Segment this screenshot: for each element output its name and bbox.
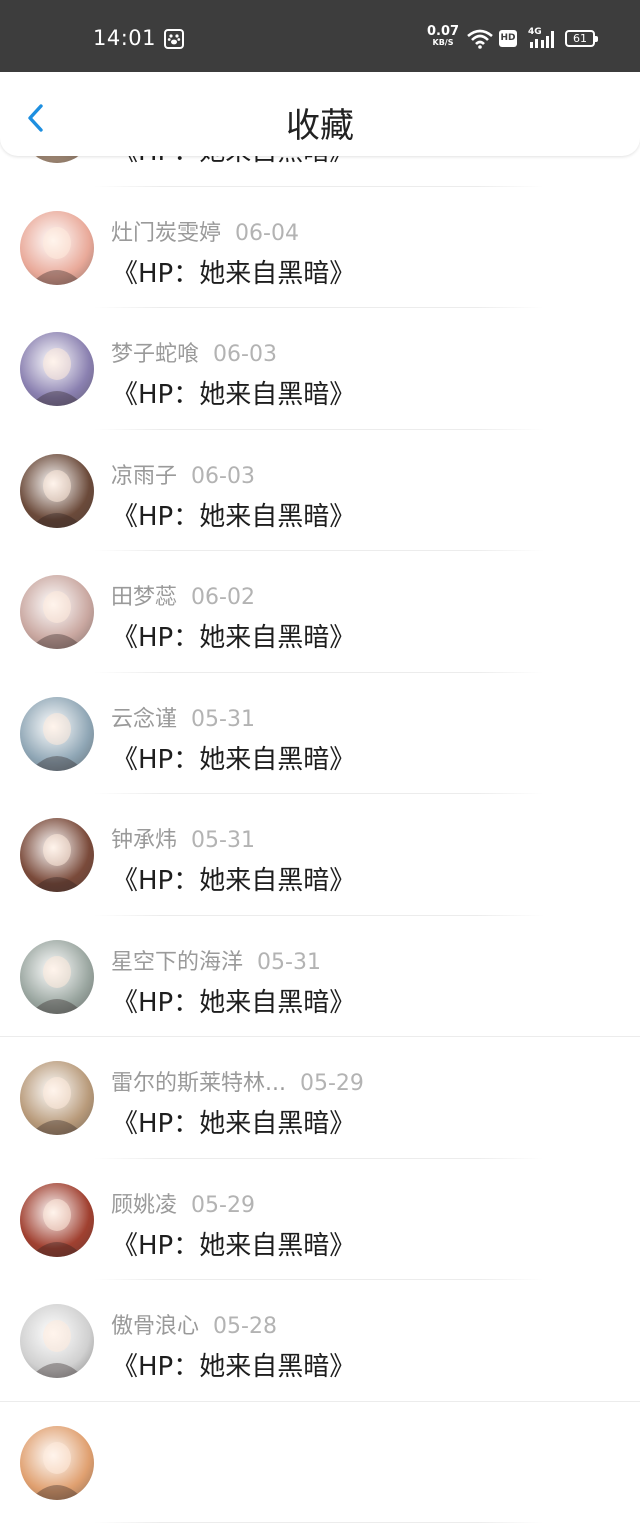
avatar[interactable] xyxy=(20,575,94,649)
item-meta: 星空下的海洋 05-31 xyxy=(111,944,321,976)
user-name[interactable]: 灶门炭雯婷 xyxy=(111,221,221,246)
user-name[interactable]: 云念谨 xyxy=(111,707,177,732)
status-bar: 14:01 0.07 KB/S HD 4G 61 xyxy=(0,0,640,72)
book-title[interactable]: 《HP：她来自黑暗》 xyxy=(112,374,355,411)
item-date: 05-29 xyxy=(300,1071,364,1096)
user-name[interactable]: 田梦蕊 xyxy=(111,585,177,610)
item-meta: 顾姚凌 05-29 xyxy=(111,1187,255,1219)
network-speed: 0.07 KB/S xyxy=(427,26,459,48)
favorites-list: 《HP：她来自黑暗》灶门炭雯婷06-04《HP：她来自黑暗》梦子蛇喰06-03《… xyxy=(0,65,640,1523)
item-date: 05-29 xyxy=(191,1193,255,1218)
item-date: 06-02 xyxy=(191,585,255,610)
item-meta: 凉雨子 06-03 xyxy=(111,458,255,490)
user-name[interactable]: 星空下的海洋 xyxy=(111,950,243,975)
item-meta: 傲骨浪心 05-28 xyxy=(111,1308,277,1340)
item-meta: 灶门炭雯婷 06-04 xyxy=(111,215,299,247)
book-title[interactable]: 《HP：她来自黑暗》 xyxy=(112,860,355,897)
list-item[interactable]: 田梦蕊 06-02 《HP：她来自黑暗》 xyxy=(0,551,640,673)
list-item[interactable]: 灶门炭雯婷 06-04 《HP：她来自黑暗》 xyxy=(0,187,640,309)
item-meta: 云念谨 05-31 xyxy=(111,701,255,733)
book-title[interactable]: 《HP：她来自黑暗》 xyxy=(112,253,355,290)
item-meta: 钟承炜 05-31 xyxy=(111,822,255,854)
user-name[interactable]: 梦子蛇喰 xyxy=(111,342,199,367)
list-item[interactable]: 云念谨 05-31 《HP：她来自黑暗》 xyxy=(0,673,640,795)
user-name[interactable]: 雷尔的斯莱特林... xyxy=(111,1071,286,1096)
wifi-icon xyxy=(467,29,493,53)
item-date: 05-31 xyxy=(257,950,321,975)
list-item[interactable]: 顾姚凌 05-29 《HP：她来自黑暗》 xyxy=(0,1159,640,1281)
item-meta: 梦子蛇喰 06-03 xyxy=(111,336,277,368)
list-item[interactable]: 星空下的海洋 05-31 《HP：她来自黑暗》 xyxy=(0,916,640,1038)
book-title[interactable]: 《HP：她来自黑暗》 xyxy=(112,1225,355,1262)
book-title[interactable]: 《HP：她来自黑暗》 xyxy=(112,982,355,1019)
item-date: 05-31 xyxy=(191,828,255,853)
avatar[interactable] xyxy=(20,211,94,285)
item-date: 05-31 xyxy=(191,707,255,732)
user-name[interactable]: 顾姚凌 xyxy=(111,1193,177,1218)
status-time: 14:01 xyxy=(93,26,156,50)
item-date: 06-03 xyxy=(213,342,277,367)
user-name[interactable]: 傲骨浪心 xyxy=(111,1314,199,1339)
avatar[interactable] xyxy=(20,454,94,528)
item-meta xyxy=(111,1430,125,1455)
list-item[interactable]: 凉雨子 06-03 《HP：她来自黑暗》 xyxy=(0,430,640,552)
avatar[interactable] xyxy=(20,818,94,892)
avatar[interactable] xyxy=(20,1426,94,1500)
list-item[interactable]: 梦子蛇喰 06-03 《HP：她来自黑暗》 xyxy=(0,308,640,430)
list-item[interactable]: 钟承炜 05-31 《HP：她来自黑暗》 xyxy=(0,794,640,916)
item-date: 06-03 xyxy=(191,464,255,489)
page-title: 收藏 xyxy=(0,98,640,147)
book-title[interactable]: 《HP：她来自黑暗》 xyxy=(112,1346,355,1383)
book-title[interactable]: 《HP：她来自黑暗》 xyxy=(112,739,355,776)
avatar[interactable] xyxy=(20,1304,94,1378)
item-meta: 雷尔的斯莱特林... 05-29 xyxy=(111,1065,364,1097)
user-name[interactable]: 钟承炜 xyxy=(111,828,177,853)
item-meta: 田梦蕊 06-02 xyxy=(111,579,255,611)
avatar[interactable] xyxy=(20,697,94,771)
book-title[interactable]: 《HP：她来自黑暗》 xyxy=(112,1103,355,1140)
battery-icon: 61 xyxy=(565,30,595,47)
nav-header: 收藏 xyxy=(0,72,640,156)
avatar[interactable] xyxy=(20,332,94,406)
item-date: 05-28 xyxy=(213,1314,277,1339)
avatar[interactable] xyxy=(20,1183,94,1257)
user-name[interactable]: 凉雨子 xyxy=(111,464,177,489)
book-title[interactable]: 《HP：她来自黑暗》 xyxy=(112,496,355,533)
list-item[interactable] xyxy=(0,1402,640,1523)
avatar[interactable] xyxy=(20,1061,94,1135)
baidu-paw-icon xyxy=(164,29,184,49)
list-item[interactable]: 傲骨浪心 05-28 《HP：她来自黑暗》 xyxy=(0,1280,640,1402)
list-item[interactable]: 雷尔的斯莱特林... 05-29 《HP：她来自黑暗》 xyxy=(0,1037,640,1159)
avatar[interactable] xyxy=(20,940,94,1014)
item-date: 06-04 xyxy=(235,221,299,246)
signal-icon xyxy=(528,28,556,52)
book-title[interactable]: 《HP：她来自黑暗》 xyxy=(112,617,355,654)
hd-voice-icon: HD xyxy=(499,30,517,47)
network-speed-value: 0.07 xyxy=(427,26,459,37)
